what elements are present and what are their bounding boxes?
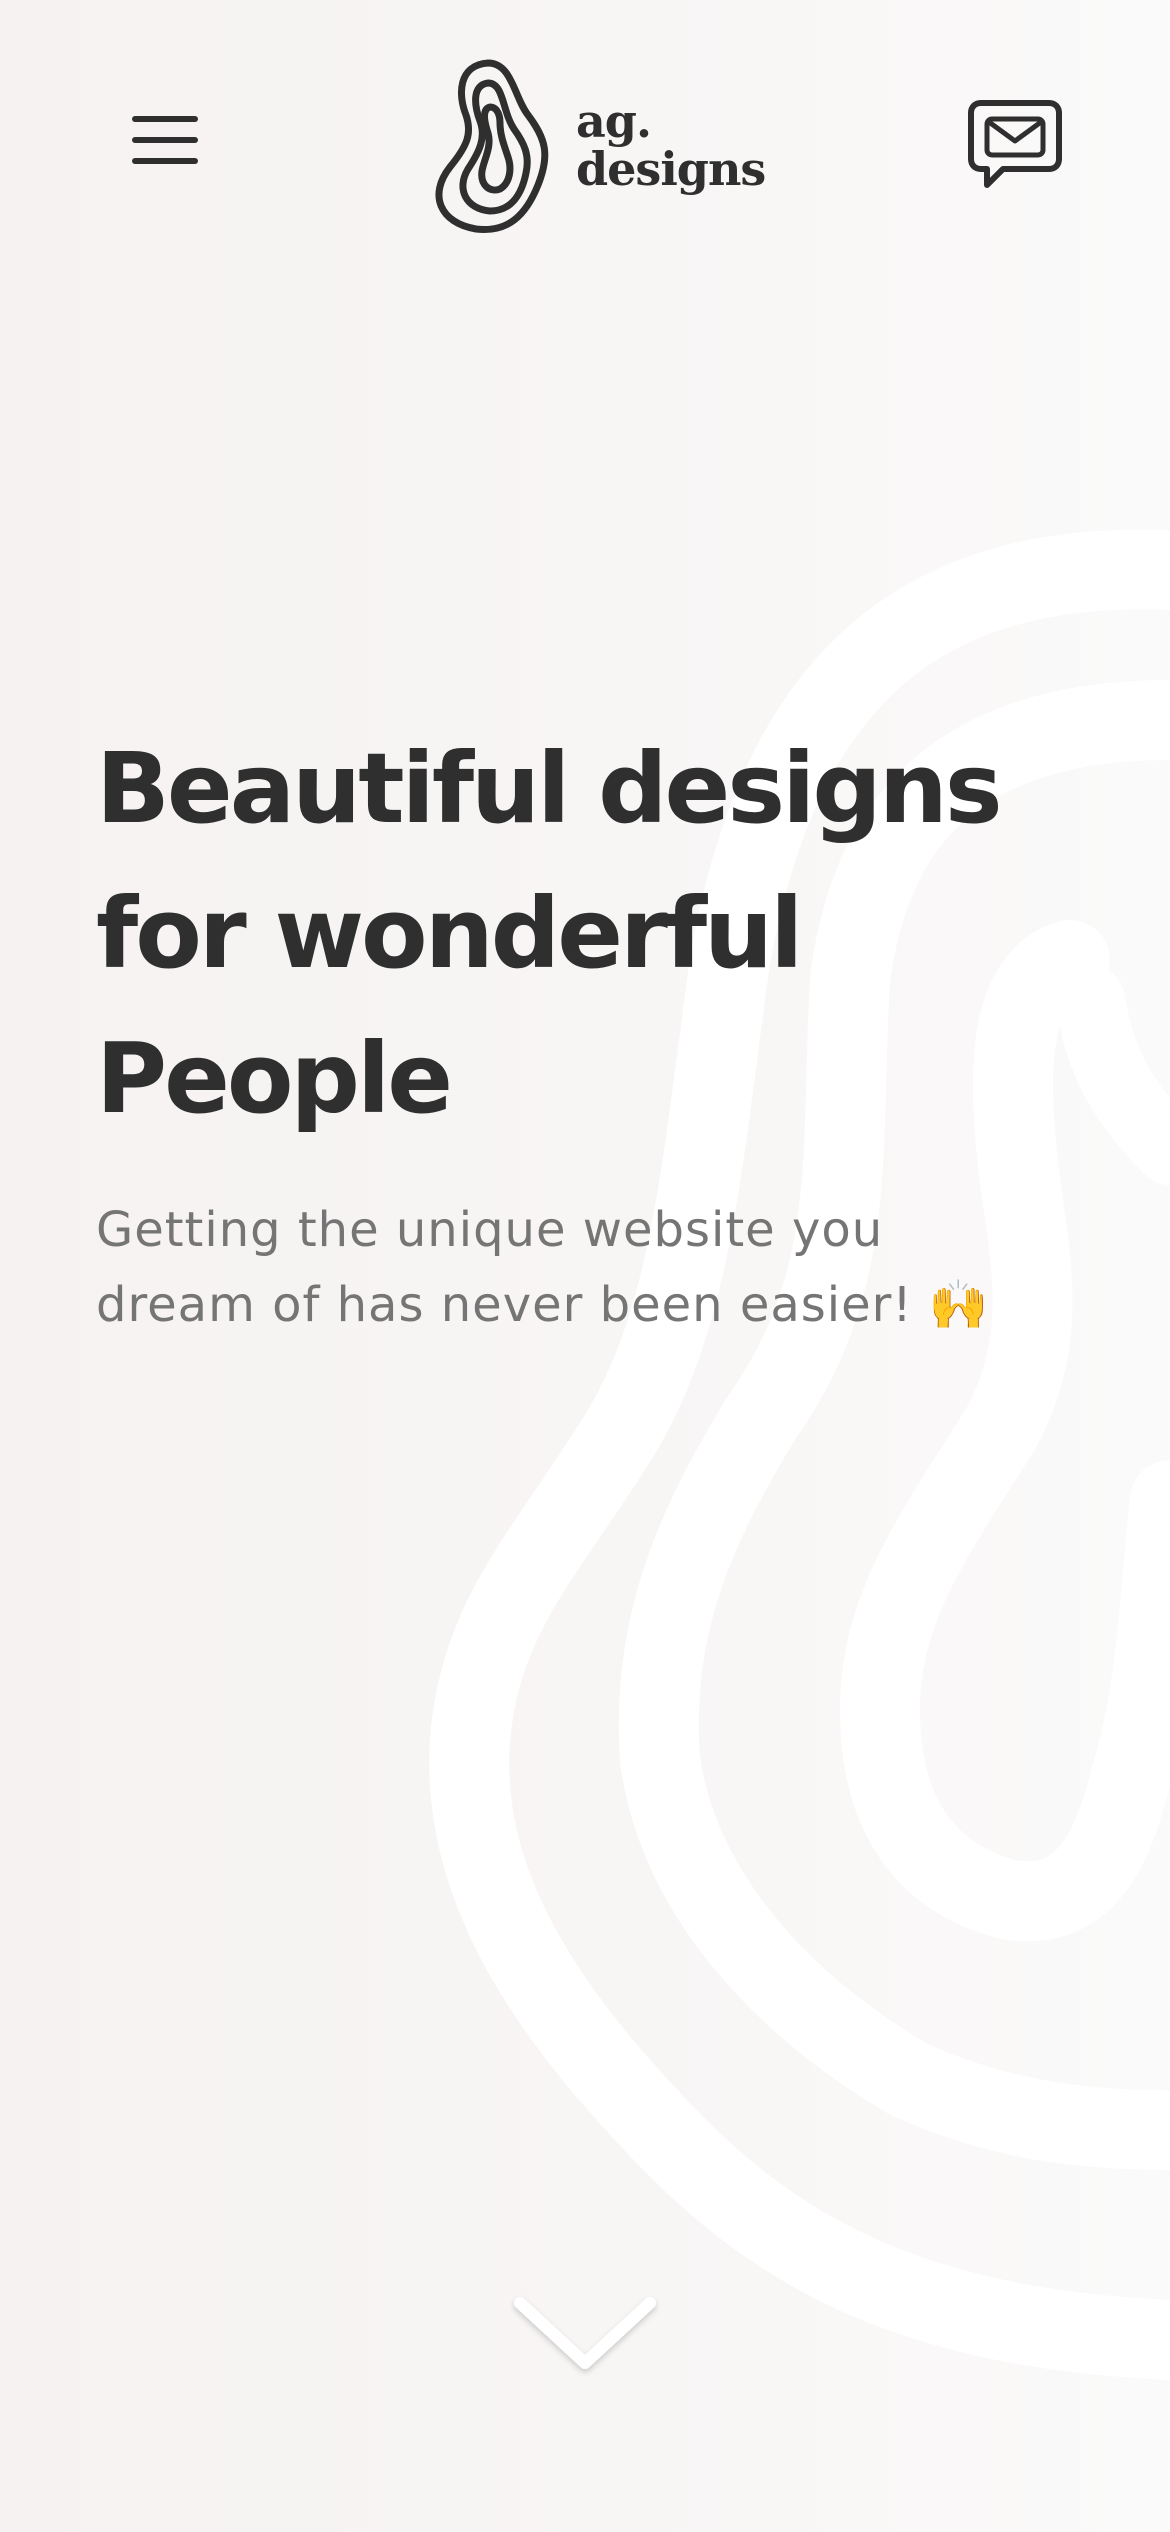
brand-wordmark-line1: ag. (576, 94, 652, 148)
hero-subtitle: Getting the unique website you dream of … (96, 1193, 1096, 1343)
contact-button[interactable] (960, 90, 1070, 200)
hero-title-line-1: Beautiful designs (96, 732, 1003, 845)
chevron-down-icon (514, 2297, 656, 2369)
hero-subtitle-line-1: Getting the unique website you (96, 1202, 884, 1258)
brand-logo[interactable]: ag. designs (428, 55, 766, 235)
scroll-down-button[interactable] (510, 2285, 660, 2385)
brand-wordmark-line2: designs (576, 142, 766, 196)
hero-title-line-2: for wonderful (96, 877, 803, 990)
app-header: ag. designs (0, 0, 1170, 260)
message-envelope-icon (968, 100, 1062, 188)
menu-button[interactable] (120, 95, 210, 185)
hero-title-line-3: People (96, 1022, 453, 1135)
topographic-contour-logo-icon (435, 59, 549, 234)
hero-section: Beautiful designs for wonderful People G… (96, 716, 1096, 1343)
hero-title: Beautiful designs for wonderful People (96, 716, 1096, 1151)
brand-wordmark: ag. designs (576, 94, 766, 196)
hero-subtitle-line-2: dream of has never been easier! 🙌 (96, 1277, 990, 1333)
hamburger-menu-icon (132, 116, 198, 164)
